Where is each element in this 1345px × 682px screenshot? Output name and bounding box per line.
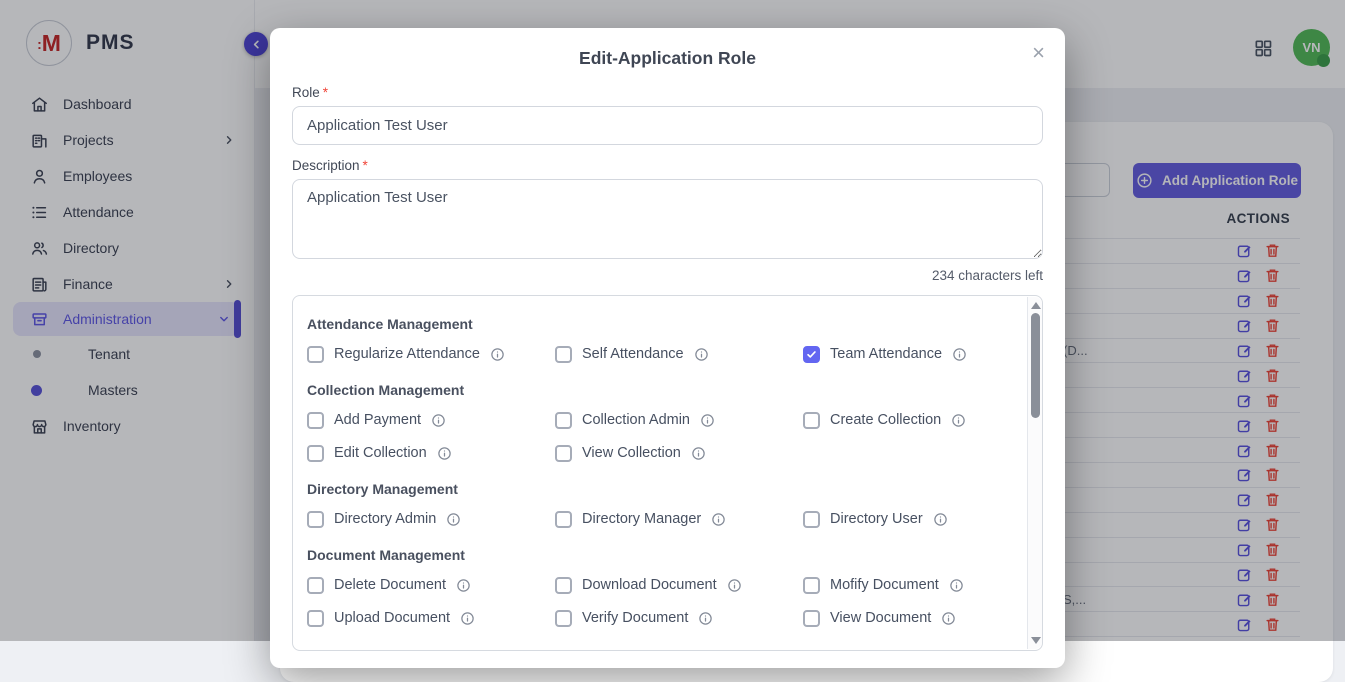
permission-item-regularize-attendance: Regularize Attendance: [307, 344, 555, 364]
checkbox[interactable]: [803, 577, 820, 594]
info-icon: [490, 347, 505, 362]
info-icon: [456, 578, 471, 593]
info-icon: [437, 446, 452, 461]
permission-item-upload-document: Upload Document: [307, 608, 555, 628]
permission-item-edit-collection: Edit Collection: [307, 443, 555, 463]
description-textarea[interactable]: [292, 179, 1043, 259]
permission-item-download-document: Download Document: [555, 575, 803, 595]
permission-item-team-attendance: Team Attendance: [803, 344, 1012, 364]
checkbox[interactable]: [307, 445, 324, 462]
permission-item-add-payment: Add Payment: [307, 410, 555, 430]
info-icon: [431, 413, 446, 428]
permission-item-create-collection: Create Collection: [803, 410, 1012, 430]
permission-section-title: Collection Management: [307, 382, 1012, 398]
checkbox[interactable]: [307, 511, 324, 528]
permission-item-view-document: View Document: [803, 608, 1012, 628]
info-icon: [727, 578, 742, 593]
checkbox[interactable]: [555, 412, 572, 429]
edit-application-role-modal: × Edit-Application Role Role* Descriptio…: [270, 28, 1065, 668]
info-icon: [941, 611, 956, 626]
info-icon: [951, 413, 966, 428]
checkbox[interactable]: [555, 610, 572, 627]
scrollbar-thumb[interactable]: [1031, 313, 1040, 418]
permission-section: Collection Management Add Payment Collec…: [307, 382, 1012, 463]
info-icon: [933, 512, 948, 527]
scroll-up-arrow-icon[interactable]: [1031, 302, 1041, 309]
role-input[interactable]: [292, 106, 1043, 145]
info-icon: [949, 578, 964, 593]
permission-item-self-attendance: Self Attendance: [555, 344, 803, 364]
checkbox[interactable]: [803, 511, 820, 528]
permission-section: Attendance Management Regularize Attenda…: [307, 316, 1012, 364]
checkbox[interactable]: [555, 346, 572, 363]
info-icon: [446, 512, 461, 527]
scrollbar[interactable]: [1027, 297, 1042, 649]
permission-section-title: Document Management: [307, 547, 1012, 563]
info-icon: [952, 347, 967, 362]
modal-title: Edit-Application Role: [292, 48, 1043, 69]
role-label: Role*: [292, 85, 1043, 100]
permission-section-title: Attendance Management: [307, 316, 1012, 332]
checkbox[interactable]: [307, 346, 324, 363]
checkbox[interactable]: [555, 511, 572, 528]
checkbox[interactable]: [803, 610, 820, 627]
info-icon: [700, 413, 715, 428]
info-icon: [711, 512, 726, 527]
checkbox[interactable]: [555, 445, 572, 462]
permission-item-directory-manager: Directory Manager: [555, 509, 803, 529]
info-icon: [691, 446, 706, 461]
permission-item-verify-document: Verify Document: [555, 608, 803, 628]
permission-item-delete-document: Delete Document: [307, 575, 555, 595]
characters-left-counter: 234 characters left: [292, 268, 1043, 283]
checkbox[interactable]: [307, 610, 324, 627]
info-icon: [698, 611, 713, 626]
permission-item-directory-user: Directory User: [803, 509, 1012, 529]
required-asterisk: *: [363, 158, 368, 173]
checkbox-checked[interactable]: [803, 346, 820, 363]
permission-section: Document Management Delete Document Down…: [307, 547, 1012, 628]
close-icon[interactable]: ×: [1028, 38, 1049, 68]
checkbox[interactable]: [803, 412, 820, 429]
permission-item-view-collection: View Collection: [555, 443, 803, 463]
permission-item-mofify-document: Mofify Document: [803, 575, 1012, 595]
permission-section-title: Directory Management: [307, 481, 1012, 497]
description-label: Description*: [292, 158, 1043, 173]
permission-item-directory-admin: Directory Admin: [307, 509, 555, 529]
permission-section: Directory Management Directory Admin Dir…: [307, 481, 1012, 529]
required-asterisk: *: [323, 85, 328, 100]
checkbox[interactable]: [307, 412, 324, 429]
checkbox[interactable]: [555, 577, 572, 594]
info-icon: [694, 347, 709, 362]
permissions-panel: Attendance Management Regularize Attenda…: [292, 295, 1043, 651]
checkbox[interactable]: [307, 577, 324, 594]
permission-item-collection-admin: Collection Admin: [555, 410, 803, 430]
info-icon: [460, 611, 475, 626]
